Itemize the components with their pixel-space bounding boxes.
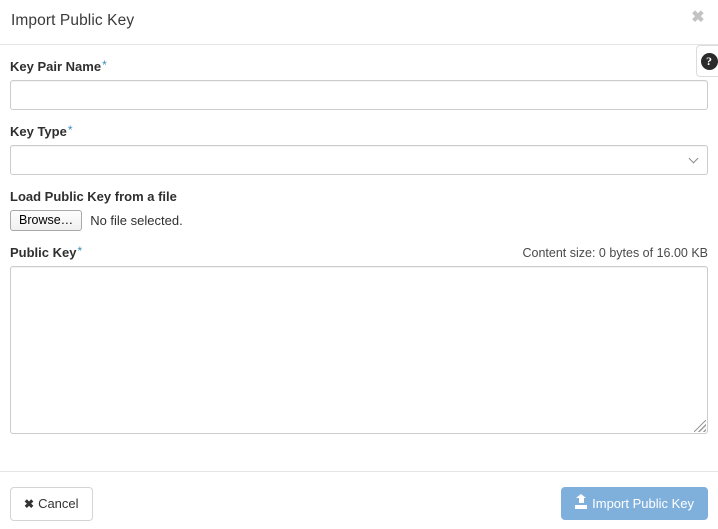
public-key-label: Public Key* <box>10 245 82 261</box>
key-pair-name-group: Key Pair Name* <box>10 59 708 110</box>
required-asterisk: * <box>77 244 83 258</box>
import-public-key-dialog: Import Public Key ✖ ? Key Pair Name* Key… <box>0 0 718 529</box>
dialog-header: Import Public Key ✖ <box>0 0 718 45</box>
required-asterisk: * <box>67 123 73 137</box>
dialog-footer: ✖ Cancel Import Public Key <box>0 471 718 529</box>
import-public-key-button[interactable]: Import Public Key <box>561 487 708 520</box>
cancel-button-label: Cancel <box>38 496 79 511</box>
close-icon[interactable]: ✖ <box>688 8 708 28</box>
public-key-textarea[interactable] <box>10 266 708 434</box>
help-question-icon: ? <box>700 52 718 70</box>
file-input-row: Browse… No file selected. <box>10 210 708 231</box>
import-public-key-button-label: Import Public Key <box>592 496 694 511</box>
file-status-text: No file selected. <box>90 213 183 228</box>
close-x-icon: ✖ <box>24 497 35 511</box>
load-from-file-label: Load Public Key from a file <box>10 189 177 204</box>
public-key-label-text: Public Key <box>10 245 77 260</box>
cancel-button[interactable]: ✖ Cancel <box>10 487 93 521</box>
key-pair-name-input[interactable] <box>10 80 708 110</box>
upload-icon <box>575 493 588 509</box>
required-asterisk: * <box>102 58 107 72</box>
help-button[interactable]: ? <box>696 45 718 77</box>
key-type-group: Key Type* <box>10 124 708 175</box>
key-pair-name-label-text: Key Pair Name <box>10 59 102 74</box>
key-type-label-text: Key Type <box>10 124 67 139</box>
browse-button[interactable]: Browse… <box>10 210 83 231</box>
key-type-label: Key Type* <box>10 124 708 140</box>
load-from-file-group: Load Public Key from a file Browse… No f… <box>10 189 708 231</box>
content-size-text: Content size: 0 bytes of 16.00 KB <box>522 246 708 260</box>
public-key-textarea-wrap <box>10 266 708 434</box>
dialog-body: Key Pair Name* Key Type* Load Public Key… <box>0 45 718 471</box>
public-key-header-row: Public Key* Content size: 0 bytes of 16.… <box>10 245 708 261</box>
public-key-group: Public Key* Content size: 0 bytes of 16.… <box>10 245 708 434</box>
dialog-title: Import Public Key <box>11 12 135 29</box>
key-type-select-wrap <box>10 145 708 175</box>
key-pair-name-label: Key Pair Name* <box>10 59 708 75</box>
key-type-select[interactable] <box>10 145 708 175</box>
